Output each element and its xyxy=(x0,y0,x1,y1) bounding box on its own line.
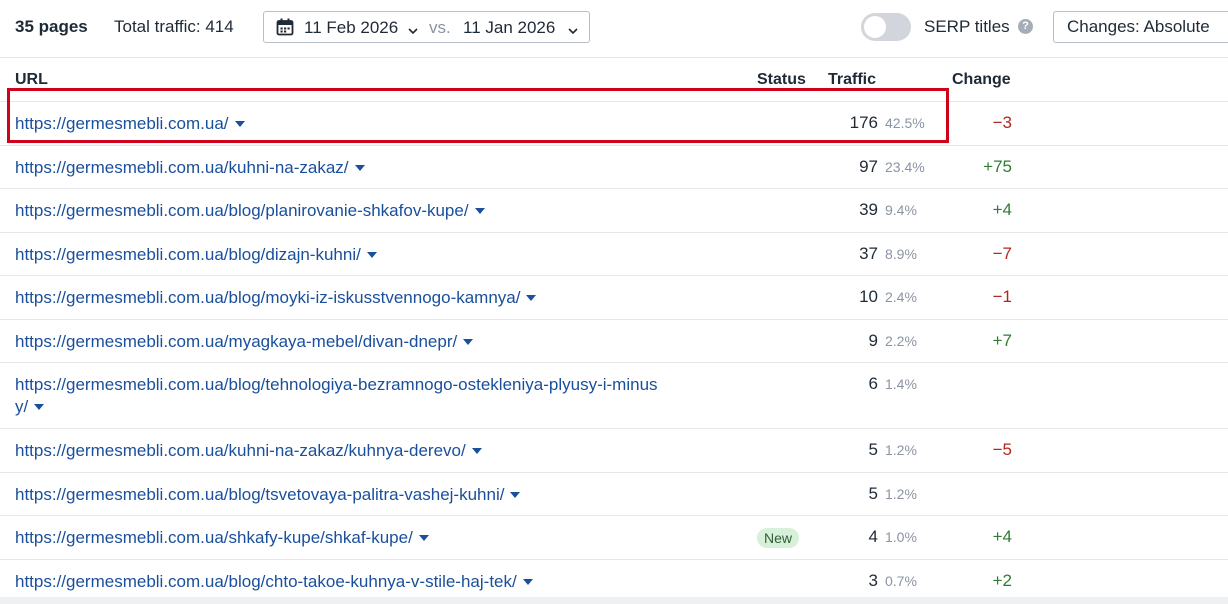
traffic-change: −3 xyxy=(992,113,1012,132)
table-row: https://germesmebli.com.ua/blog/moyki-iz… xyxy=(0,276,1228,320)
traffic-value: 3 xyxy=(868,571,878,590)
caret-down-icon[interactable] xyxy=(354,165,365,171)
caret-down-icon[interactable] xyxy=(234,121,245,127)
traffic-share: 8.9% xyxy=(885,246,917,262)
table-row: https://germesmebli.com.ua/blog/tehnolog… xyxy=(0,363,1228,429)
traffic-share: 1.2% xyxy=(885,486,917,502)
table-row: https://germesmebli.com.ua/blog/tsvetova… xyxy=(0,473,1228,516)
traffic-change: −7 xyxy=(992,244,1012,263)
table-header: URL Status Traffic Change xyxy=(0,58,1228,102)
column-header-status[interactable]: Status xyxy=(757,71,806,89)
page-url-link[interactable]: https://germesmebli.com.ua/shkafy-kupe/s… xyxy=(15,527,735,549)
traffic-value: 5 xyxy=(868,484,878,503)
pages-count: 35 pages xyxy=(15,17,88,36)
traffic-share: 0.7% xyxy=(885,573,917,589)
toggle-knob xyxy=(864,16,886,38)
page-url-link[interactable]: https://germesmebli.com.ua/myagkaya-mebe… xyxy=(15,331,735,353)
report-toolbar: 35 pages Total traffic: 414 11 Feb 2026 xyxy=(0,0,1228,58)
traffic-value: 6 xyxy=(868,374,878,393)
traffic-value: 10 xyxy=(859,287,878,306)
caret-down-icon[interactable] xyxy=(34,404,45,410)
traffic-share: 2.4% xyxy=(885,289,917,305)
total-traffic: Total traffic: 414 xyxy=(114,17,234,36)
traffic-share: 42.5% xyxy=(885,115,925,131)
page-url-link[interactable]: https://germesmebli.com.ua/blog/tsvetova… xyxy=(15,484,735,506)
column-header-url[interactable]: URL xyxy=(15,71,48,89)
traffic-share: 9.4% xyxy=(885,202,917,218)
status-badge: New xyxy=(757,528,800,548)
table-row: https://germesmebli.com.ua/blog/dizajn-k… xyxy=(0,233,1228,276)
page-url-link[interactable]: https://germesmebli.com.ua/blog/planirov… xyxy=(15,200,735,222)
page-url-link[interactable]: https://germesmebli.com.ua/ xyxy=(15,113,735,135)
traffic-change: −5 xyxy=(992,440,1012,459)
page-url-link[interactable]: https://germesmebli.com.ua/kuhni-na-zaka… xyxy=(15,440,735,462)
table-row: https://germesmebli.com.ua/kuhni-na-zaka… xyxy=(0,146,1228,189)
page-url-continuation[interactable]: y/ xyxy=(15,397,28,416)
traffic-share: 2.2% xyxy=(885,333,917,349)
traffic-value: 5 xyxy=(868,440,878,459)
current-date[interactable]: 11 Feb 2026 xyxy=(304,18,398,38)
help-icon[interactable]: ? xyxy=(1018,19,1033,34)
chevron-down-icon[interactable] xyxy=(408,22,418,40)
caret-down-icon[interactable] xyxy=(474,208,485,214)
caret-down-icon[interactable] xyxy=(526,295,537,301)
traffic-value: 97 xyxy=(859,157,878,176)
caret-down-icon[interactable] xyxy=(418,535,429,541)
changes-mode-select[interactable]: Changes: Absolute xyxy=(1053,11,1228,43)
table-row: https://germesmebli.com.ua/176 42.5% −3 xyxy=(0,102,1228,146)
table-row: https://germesmebli.com.ua/myagkaya-mebe… xyxy=(0,320,1228,363)
horizontal-scrollbar[interactable] xyxy=(0,597,1228,604)
page-url-link[interactable]: https://germesmebli.com.ua/kuhni-na-zaka… xyxy=(15,157,735,179)
page-url-link[interactable]: https://germesmebli.com.ua/blog/tehnolog… xyxy=(15,374,735,418)
caret-down-icon[interactable] xyxy=(471,448,482,454)
traffic-value: 39 xyxy=(859,200,878,219)
traffic-change: +75 xyxy=(983,157,1012,176)
traffic-share: 1.4% xyxy=(885,376,917,392)
vs-label: vs. xyxy=(429,18,451,37)
comparison-date[interactable]: 11 Jan 2026 xyxy=(463,18,555,38)
page-url-link[interactable]: https://germesmebli.com.ua/blog/chto-tak… xyxy=(15,571,735,593)
top-pages-report: 35 pages Total traffic: 414 11 Feb 2026 xyxy=(0,0,1228,604)
traffic-change: −1 xyxy=(992,287,1012,306)
traffic-change: +7 xyxy=(992,331,1012,350)
page-url-link[interactable]: https://germesmebli.com.ua/blog/dizajn-k… xyxy=(15,244,735,266)
caret-down-icon[interactable] xyxy=(510,492,521,498)
traffic-share: 1.0% xyxy=(885,529,917,545)
table-row: https://germesmebli.com.ua/blog/planirov… xyxy=(0,189,1228,233)
traffic-change: +4 xyxy=(992,200,1012,219)
serp-titles-label: SERP titles xyxy=(924,17,1010,36)
caret-down-icon[interactable] xyxy=(366,252,377,258)
traffic-change: +2 xyxy=(992,571,1012,590)
column-header-change[interactable]: Change xyxy=(952,71,1011,89)
table-row: https://germesmebli.com.ua/shkafy-kupe/s… xyxy=(0,516,1228,560)
traffic-value: 176 xyxy=(849,113,878,132)
traffic-value: 37 xyxy=(859,244,878,263)
traffic-value: 9 xyxy=(868,331,878,350)
traffic-share: 1.2% xyxy=(885,442,917,458)
column-header-traffic[interactable]: Traffic xyxy=(828,71,876,89)
serp-titles-toggle[interactable] xyxy=(861,13,911,41)
traffic-change: +4 xyxy=(992,527,1012,546)
date-range-picker[interactable]: 11 Feb 2026 vs. 11 Jan 2026 xyxy=(263,11,590,43)
traffic-value: 4 xyxy=(868,527,878,546)
page-url-link[interactable]: https://germesmebli.com.ua/blog/moyki-iz… xyxy=(15,287,735,309)
chevron-down-icon[interactable] xyxy=(568,22,578,40)
caret-down-icon[interactable] xyxy=(463,339,474,345)
caret-down-icon[interactable] xyxy=(522,579,533,585)
traffic-share: 23.4% xyxy=(885,159,925,175)
table-row: https://germesmebli.com.ua/kuhni-na-zaka… xyxy=(0,429,1228,473)
calendar-icon xyxy=(276,18,294,41)
